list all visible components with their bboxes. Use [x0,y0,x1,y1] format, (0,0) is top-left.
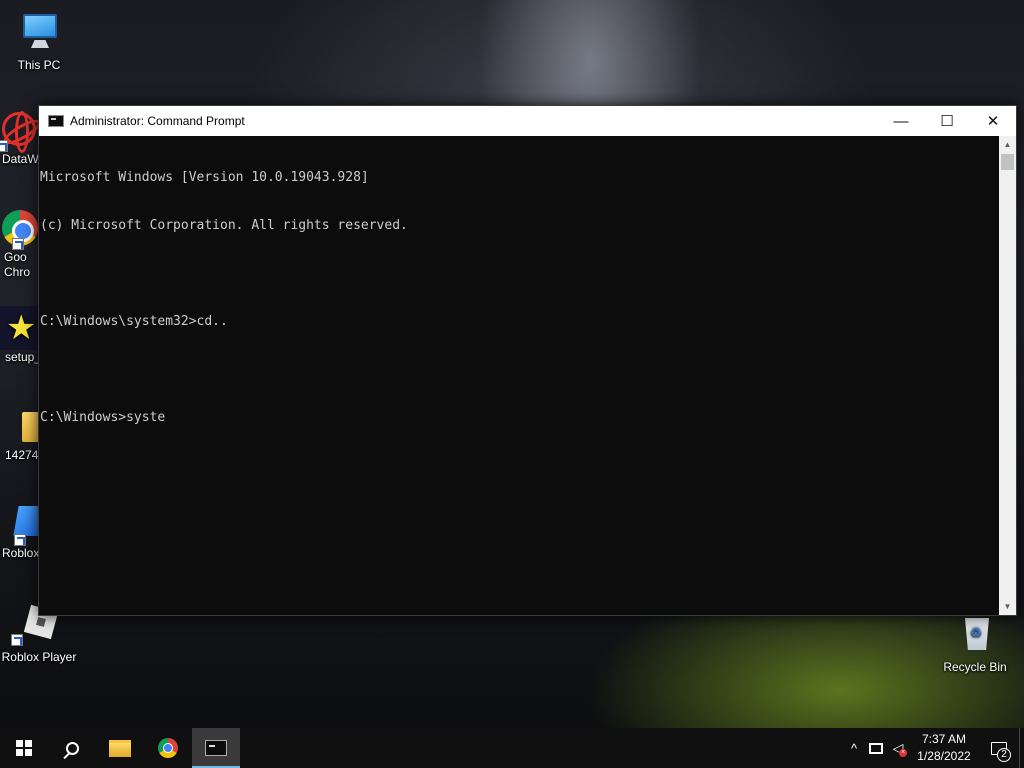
chrome-icon [0,206,40,250]
desktop-icon-label: Roblox Player [1,650,77,664]
command-prompt-icon [205,740,227,756]
console-line: C:\Windows\system32>cd.. [40,314,228,329]
system-tray: ^ ◁ × 7:37 AM 1/28/2022 2 [843,728,1024,768]
network-icon[interactable] [865,728,887,768]
show-desktop-button[interactable] [1019,728,1024,768]
recycle-bin-icon: ♻ [953,612,997,656]
maximize-button[interactable]: ☐ [924,106,970,136]
show-hidden-icons-chevron-icon[interactable]: ^ [843,728,865,768]
clock[interactable]: 7:37 AM 1/28/2022 [909,731,979,765]
volume-muted-icon[interactable]: ◁ × [887,728,909,768]
taskbar-chrome[interactable] [144,728,192,768]
desktop-icon-dataw[interactable]: DataW [0,108,42,167]
minimize-button[interactable]: — [878,106,924,136]
chrome-icon [158,738,178,758]
desktop-icon-label: This PC [17,58,61,72]
scroll-thumb[interactable] [1001,154,1014,170]
desktop-icon-recycle-bin[interactable]: ♻ Recycle Bin [936,612,1014,675]
desktop-icon-label: Recycle Bin [943,660,1007,674]
search-button[interactable] [48,728,96,768]
taskbar: ^ ◁ × 7:37 AM 1/28/2022 2 [0,728,1024,768]
taskbar-file-explorer[interactable] [96,728,144,768]
clock-time: 7:37 AM [921,732,967,746]
desktop-icon-label: 142741 [5,448,46,462]
action-center-button[interactable]: 2 [979,728,1019,768]
taskbar-command-prompt[interactable] [192,728,240,768]
scroll-down-arrow-icon[interactable]: ▼ [999,598,1016,615]
desktop-icon-roblox-studio[interactable]: Roblox [0,502,49,561]
notification-count-badge: 2 [997,748,1011,762]
desktop-icon-this-pc[interactable]: This PC [0,10,78,73]
desktop-icon-label: Roblox [2,546,40,560]
window-titlebar[interactable]: Administrator: Command Prompt — ☐ ✕ [39,106,1016,136]
desktop-icon-label: setup_ [5,350,42,364]
desktop-icon-setup[interactable]: ★ setup_ [0,306,44,365]
clock-date: 1/28/2022 [917,749,971,763]
console-line: (c) Microsoft Corporation. All rights re… [40,218,408,233]
scroll-up-arrow-icon[interactable]: ▲ [999,136,1016,153]
desktop-icon-label: Goo Chro [4,250,31,279]
windows-logo-icon [16,740,32,756]
search-icon [65,741,79,755]
console-output[interactable]: Microsoft Windows [Version 10.0.19043.92… [39,136,999,615]
console-line: Microsoft Windows [Version 10.0.19043.92… [40,170,369,185]
atom-icon [0,108,40,153]
computer-icon [17,10,61,54]
file-explorer-icon [109,739,131,757]
desktop-icon-label: DataW [2,152,39,166]
desktop-icon-google-chrome[interactable]: Goo Chro [0,206,42,280]
command-prompt-icon[interactable] [48,115,64,127]
command-prompt-window[interactable]: Administrator: Command Prompt — ☐ ✕ Micr… [38,105,1017,616]
console-input-line[interactable]: C:\Windows>syste [40,410,999,426]
desktop-icon-folder-142741[interactable]: 142741 [0,404,56,463]
start-button[interactable] [0,728,48,768]
close-button[interactable]: ✕ [970,106,1016,136]
vertical-scrollbar[interactable]: ▲ ▼ [999,136,1016,615]
window-title: Administrator: Command Prompt [70,114,245,128]
